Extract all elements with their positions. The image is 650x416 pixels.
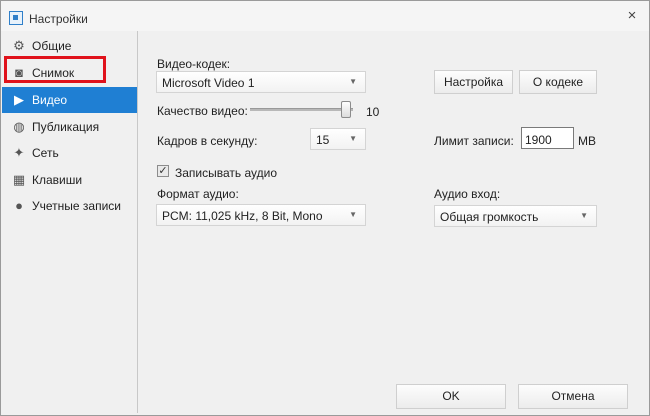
sidebar: ⚙ Общие ◙ Снимок ▶ Видео ◍ Публикация ✦ … <box>2 31 138 413</box>
record-limit-label: Лимит записи: <box>434 134 514 148</box>
codec-dropdown[interactable]: Microsoft Video 1 ▼ <box>156 71 366 93</box>
audio-input-label: Аудио вход: <box>434 187 501 201</box>
cancel-button[interactable]: Отмена <box>518 384 628 409</box>
user-icon: ● <box>15 198 23 213</box>
audio-format-label: Формат аудио: <box>157 187 239 201</box>
title-bar[interactable]: Настройки × <box>1 1 649 31</box>
ok-button[interactable]: OK <box>396 384 506 409</box>
gear-icon: ⚙ <box>13 38 25 53</box>
sidebar-item-label: Публикация <box>32 120 100 134</box>
about-codec-button[interactable]: О кодеке <box>519 70 597 94</box>
sidebar-item-label: Общие <box>32 39 72 53</box>
chevron-down-icon: ▼ <box>349 134 357 143</box>
sidebar-item-label: Учетные записи <box>32 199 121 213</box>
network-icon: ✦ <box>13 145 25 160</box>
record-limit-input[interactable] <box>521 127 574 149</box>
audio-format-dropdown[interactable]: PCM: 11,025 kHz, 8 Bit, Mono ▼ <box>156 204 366 226</box>
chevron-down-icon: ▼ <box>349 77 357 86</box>
video-camera-icon: ▶ <box>14 92 24 107</box>
sidebar-item-accounts[interactable]: ● Учетные записи <box>2 193 137 219</box>
close-icon[interactable]: × <box>625 8 639 23</box>
audio-input-dropdown[interactable]: Общая громкость ▼ <box>434 205 597 227</box>
fps-label: Кадров в секунду: <box>157 134 258 148</box>
sidebar-item-label: Сеть <box>32 146 59 160</box>
fps-value: 15 <box>316 133 330 147</box>
keyboard-icon: ▦ <box>12 172 26 187</box>
app-icon <box>9 11 23 25</box>
sidebar-item-network[interactable]: ✦ Сеть <box>2 140 137 166</box>
quality-slider-thumb[interactable] <box>341 101 351 118</box>
codec-value: Microsoft Video 1 <box>162 76 255 90</box>
quality-label: Качество видео: <box>157 104 248 118</box>
codec-setup-button[interactable]: Настройка <box>434 70 513 94</box>
record-audio-checkbox[interactable]: ✓ <box>157 165 169 177</box>
audio-format-value: PCM: 11,025 kHz, 8 Bit, Mono <box>162 209 323 223</box>
sidebar-item-label: Видео <box>32 93 68 107</box>
sidebar-item-hotkeys[interactable]: ▦ Клавиши <box>2 167 137 193</box>
annotation-highlight-box <box>4 56 106 83</box>
sidebar-item-publishing[interactable]: ◍ Публикация <box>2 114 137 140</box>
chevron-down-icon: ▼ <box>580 211 588 220</box>
sidebar-item-label: Клавиши <box>32 173 83 187</box>
audio-input-value: Общая громкость <box>440 210 539 224</box>
record-limit-unit: MB <box>578 134 596 148</box>
record-audio-label[interactable]: Записывать аудио <box>175 166 277 180</box>
chevron-down-icon: ▼ <box>349 210 357 219</box>
globe-icon: ◍ <box>13 119 25 134</box>
quality-value: 10 <box>366 105 380 119</box>
sidebar-item-video[interactable]: ▶ Видео <box>2 87 137 113</box>
quality-slider-track[interactable] <box>250 108 353 111</box>
fps-dropdown[interactable]: 15 ▼ <box>310 128 366 150</box>
codec-label: Видео-кодек: <box>157 57 231 71</box>
settings-window: Настройки × ⚙ Общие ◙ Снимок ▶ Видео ◍ П… <box>0 0 650 416</box>
window-title: Настройки <box>29 12 88 26</box>
